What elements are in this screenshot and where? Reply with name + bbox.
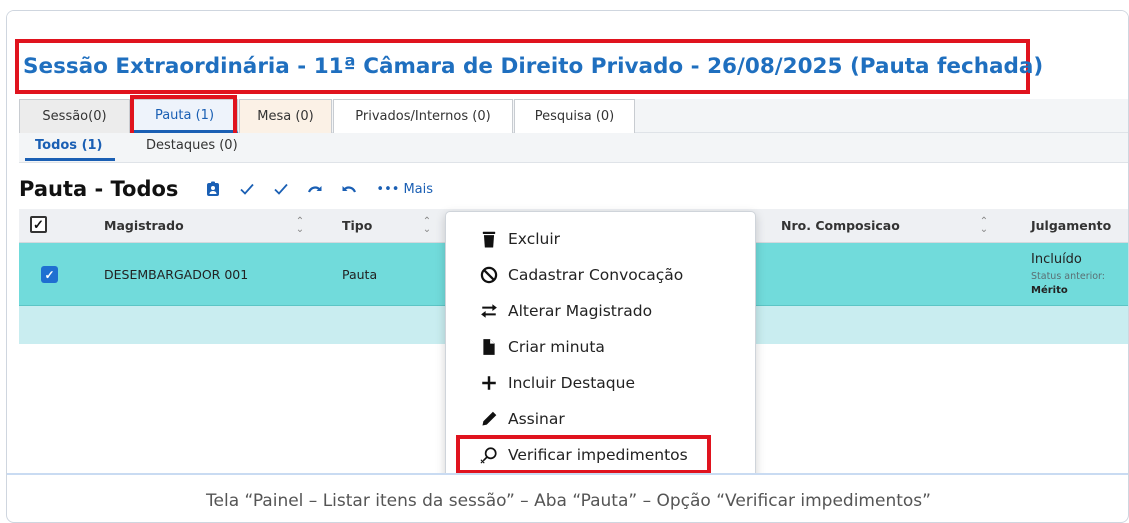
menu-item-cadastrar-convocacao[interactable]: Cadastrar Convocação bbox=[478, 260, 683, 290]
undo-icon[interactable] bbox=[332, 174, 366, 204]
cell-julgamento: Incluído bbox=[1031, 252, 1082, 267]
file-icon bbox=[478, 338, 500, 356]
page-title-box: Sessão Extraordinária - 11ª Câmara de Di… bbox=[15, 39, 1043, 94]
page-title: Sessão Extraordinária - 11ª Câmara de Di… bbox=[23, 54, 1044, 79]
ban-icon bbox=[478, 266, 500, 284]
column-tipo[interactable]: Tipo bbox=[342, 218, 372, 233]
trash-icon bbox=[478, 230, 500, 248]
menu-item-alterar-magistrado[interactable]: Alterar Magistrado bbox=[478, 296, 652, 326]
menu-item-highlight-box bbox=[456, 435, 711, 473]
column-julgamento[interactable]: Julgamento bbox=[1031, 218, 1111, 233]
tab-mesa[interactable]: Mesa (0) bbox=[239, 99, 332, 133]
column-magistrado[interactable]: Magistrado bbox=[104, 218, 184, 233]
toolbar: Pauta - Todos ••• Mais bbox=[19, 169, 433, 209]
subtab-todos[interactable]: Todos (1) bbox=[25, 138, 114, 161]
cell-tipo: Pauta bbox=[342, 267, 378, 282]
menu-item-label: Assinar bbox=[508, 410, 565, 428]
menu-item-incluir-destaque[interactable]: Incluir Destaque bbox=[478, 368, 635, 398]
subtab-destaques[interactable]: Destaques (0) bbox=[146, 138, 238, 153]
sort-icon[interactable]: ⌃ ⌄ bbox=[295, 217, 305, 235]
app-screenshot: Sessão Extraordinária - 11ª Câmara de Di… bbox=[7, 11, 1128, 475]
more-button[interactable]: ••• Mais bbox=[376, 182, 433, 197]
menu-item-assinar[interactable]: Assinar bbox=[478, 404, 565, 434]
select-all-checkbox[interactable]: ✓ bbox=[30, 216, 47, 233]
sort-icon[interactable]: ⌃ ⌄ bbox=[979, 217, 989, 235]
screenshot-frame: Sessão Extraordinária - 11ª Câmara de Di… bbox=[6, 10, 1129, 523]
plus-icon bbox=[478, 374, 500, 392]
tab-sessao[interactable]: Sessão(0) bbox=[19, 99, 130, 133]
list-title: Pauta - Todos bbox=[19, 177, 179, 201]
badge-icon[interactable] bbox=[196, 174, 230, 204]
menu-item-label: Incluir Destaque bbox=[508, 374, 635, 392]
cell-magistrado: DESEMBARGADOR 001 bbox=[104, 267, 249, 282]
column-nro-composicao[interactable]: Nro. Composicao bbox=[781, 218, 900, 233]
menu-item-label: Alterar Magistrado bbox=[508, 302, 653, 320]
subtabs: Todos (1) Destaques (0) bbox=[19, 133, 1128, 163]
row-checkbox[interactable]: ✓ bbox=[41, 266, 58, 283]
more-label: Mais bbox=[403, 181, 434, 197]
sort-icon[interactable]: ⌃ ⌄ bbox=[422, 217, 432, 235]
swap-arrows-icon bbox=[478, 302, 500, 320]
pen-icon bbox=[478, 410, 500, 428]
menu-item-label: Excluir bbox=[508, 230, 561, 248]
ellipsis-icon: ••• bbox=[376, 181, 400, 197]
tab-highlight-box bbox=[130, 95, 237, 138]
menu-item-excluir[interactable]: Excluir bbox=[478, 224, 560, 254]
tab-privados-internos[interactable]: Privados/Internos (0) bbox=[333, 99, 513, 133]
tab-pesquisa[interactable]: Pesquisa (0) bbox=[514, 99, 635, 133]
check-all-icon[interactable] bbox=[264, 174, 298, 204]
menu-item-label: Criar minuta bbox=[508, 338, 605, 356]
menu-item-criar-minuta[interactable]: Criar minuta bbox=[478, 332, 605, 362]
status-anterior-label: Status anterior: bbox=[1031, 271, 1106, 282]
redo-icon[interactable] bbox=[298, 174, 332, 204]
status-anterior-value: Mérito bbox=[1031, 285, 1068, 296]
menu-item-label: Cadastrar Convocação bbox=[508, 266, 684, 284]
check-icon[interactable] bbox=[230, 174, 264, 204]
figure-caption: Tela “Painel – Listar itens da sessão” –… bbox=[206, 491, 931, 511]
